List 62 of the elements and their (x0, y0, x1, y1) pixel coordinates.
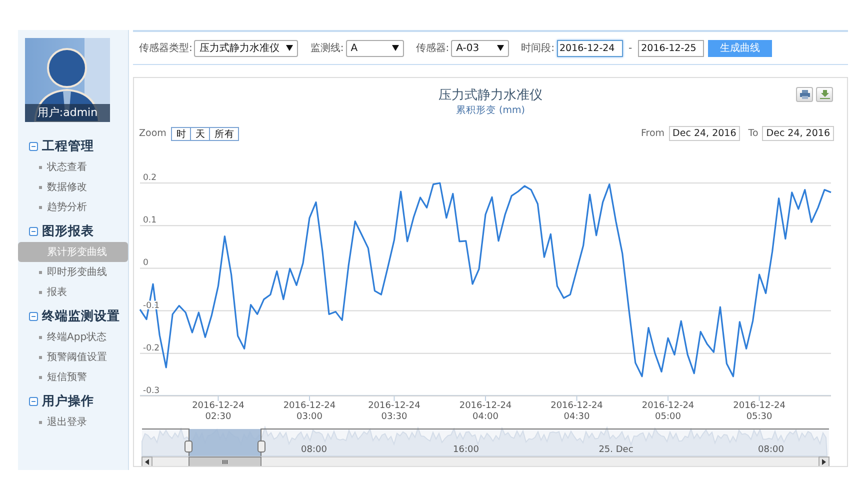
menu-group-title[interactable]: 图形报表 (42, 222, 94, 240)
field-label: 时间段: (521, 42, 554, 55)
select-field[interactable]: A-03 (451, 40, 510, 56)
navigator-label: 16:00 (453, 445, 479, 455)
select-field[interactable]: A (346, 40, 404, 56)
download-button[interactable] (816, 87, 833, 102)
field-label: 传感器类型: (139, 42, 192, 55)
menu-item[interactable]: 预警阈值设置 (18, 347, 128, 367)
chart-title: 压力式静力水准仪 (438, 87, 542, 104)
x-tick-label: 2016-12-24 03:30 (367, 401, 422, 423)
zoom-option[interactable]: 时 (171, 126, 192, 140)
menu-item[interactable]: 报表 (18, 282, 128, 302)
date-input[interactable]: Dec 24, 2016 (762, 126, 834, 141)
select-field[interactable]: 压力式静力水准仪 (194, 40, 298, 56)
caret-icon (392, 45, 399, 51)
x-tick-label: 2016-12-24 04:00 (458, 401, 513, 423)
date-input[interactable]: Dec 24, 2016 (668, 126, 740, 141)
from-label: From (641, 128, 665, 139)
x-tick-label: 2016-12-24 03:00 (282, 401, 337, 423)
caret-icon (286, 45, 294, 51)
chart-subtitle: 累积形变 (mm) (456, 104, 525, 117)
date-input[interactable]: 2016-12-24 (556, 40, 622, 56)
x-tick-label: 2016-12-24 05:30 (732, 401, 786, 423)
range-separator: - (628, 42, 632, 54)
zoom-option[interactable]: 所有 (210, 126, 240, 140)
y-tick-label: 0 (143, 258, 148, 268)
menu-item[interactable]: 趋势分析 (18, 197, 128, 217)
x-tick-label: 2016-12-24 05:00 (640, 401, 696, 423)
x-tick-label: 2016-12-24 02:30 (191, 401, 246, 423)
y-tick-label: -0.3 (143, 386, 160, 396)
zoom-option[interactable]: 天 (191, 126, 210, 140)
navigator-label: 08:00 (301, 445, 327, 455)
x-tick-label: 2016-12-24 04:30 (550, 401, 604, 423)
menu-item[interactable]: 终端App状态 (18, 327, 128, 347)
download-icon (820, 90, 830, 99)
caret-icon (497, 45, 504, 51)
navigator-label: 08:00 (758, 445, 784, 455)
y-tick-label: -0.2 (143, 343, 160, 354)
to-label: To (748, 128, 758, 139)
y-tick-label: 0.1 (143, 216, 157, 226)
print-button[interactable] (796, 87, 813, 102)
printer-icon (800, 90, 810, 99)
navigator-label: 25. Dec (598, 445, 634, 455)
navigator-drawing[interactable] (142, 426, 830, 466)
y-tick-label: 0.2 (143, 173, 157, 183)
field-label: 传感器: (416, 42, 450, 55)
field-label: 监测线: (310, 42, 344, 55)
collapse-icon[interactable] (29, 142, 38, 150)
collapse-icon[interactable] (29, 226, 38, 236)
menu-item[interactable]: 状态查看 (18, 157, 128, 177)
menu-item[interactable]: 退出登录 (18, 412, 128, 432)
user-caption: 用户:admin (25, 104, 110, 122)
collapse-icon[interactable] (29, 396, 38, 406)
zoom-label: Zoom (139, 128, 166, 139)
menu-group-title[interactable]: 工程管理 (42, 138, 94, 154)
menu-item[interactable]: 数据修改 (18, 177, 128, 197)
menu-group-title[interactable]: 用户操作 (42, 392, 94, 410)
menu-item[interactable]: 即时形变曲线 (18, 262, 128, 282)
collapse-icon[interactable] (29, 312, 38, 320)
menu-group-title[interactable]: 终端监测设置 (42, 308, 120, 324)
menu-item[interactable]: 短信预警 (18, 367, 128, 387)
date-input[interactable]: 2016-12-25 (638, 40, 704, 56)
